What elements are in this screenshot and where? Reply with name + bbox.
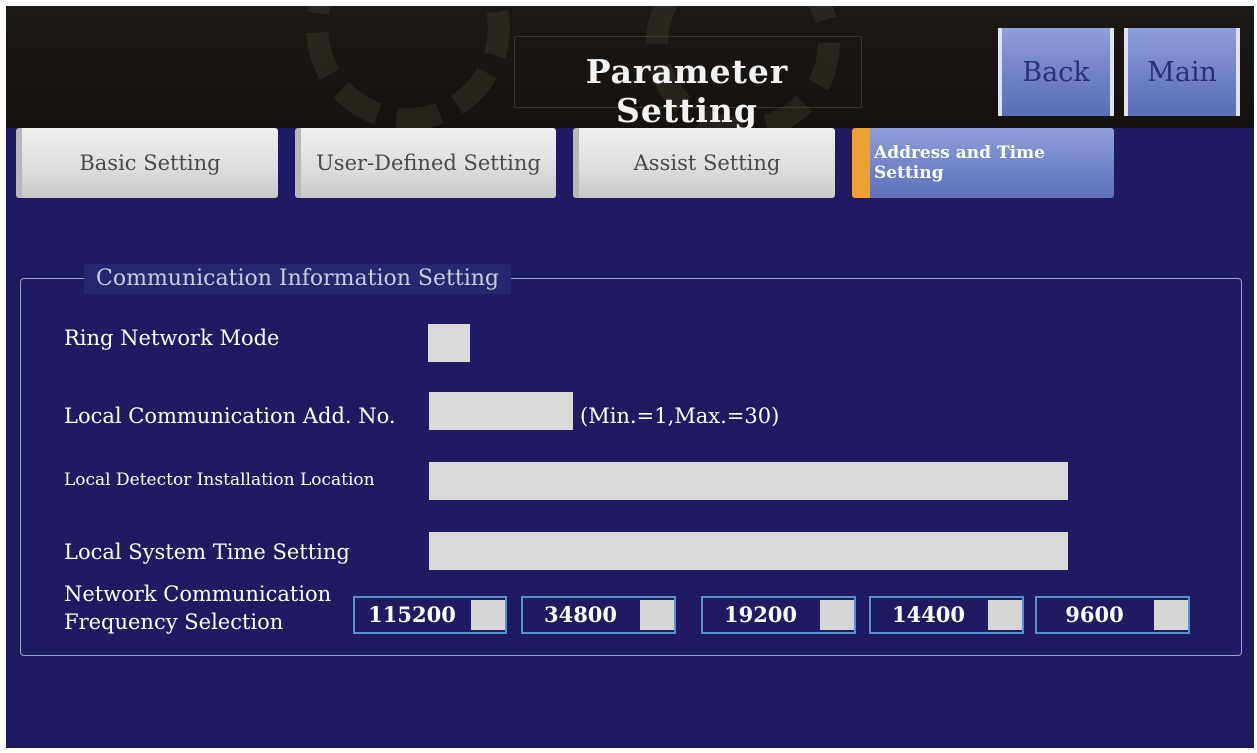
- frequency-checkbox[interactable]: [820, 600, 854, 630]
- installation-location-label: Local Detector Installation Location: [64, 470, 375, 490]
- frequency-label-line1: Network Communication: [64, 582, 332, 606]
- frequency-option-14400[interactable]: 14400: [869, 596, 1024, 634]
- frequency-checkbox[interactable]: [988, 600, 1022, 630]
- frequency-value: 34800: [543, 602, 618, 627]
- frequency-checkbox[interactable]: [1154, 600, 1188, 630]
- back-button[interactable]: Back: [998, 28, 1114, 116]
- frequency-value: 115200: [368, 602, 456, 627]
- frequency-value: 9600: [1065, 602, 1124, 627]
- system-time-label: Local System Time Setting: [64, 540, 350, 564]
- installation-location-input[interactable]: [429, 462, 1068, 500]
- frequency-option-34800[interactable]: 34800: [521, 596, 676, 634]
- tab-address-and-time-setting[interactable]: Address and Time Setting: [852, 128, 1114, 198]
- ring-network-mode-label: Ring Network Mode: [64, 326, 280, 350]
- tab-user-defined-setting[interactable]: User-Defined Setting: [295, 128, 556, 198]
- group-legend: Communication Information Setting: [84, 264, 511, 294]
- local-address-label: Local Communication Add. No.: [64, 404, 396, 428]
- tab-bar: Basic Setting User-Defined Setting Assis…: [6, 128, 1254, 204]
- frequency-value: 19200: [723, 602, 798, 627]
- tab-basic-setting[interactable]: Basic Setting: [16, 128, 278, 198]
- header-bar: Parameter Setting Back Main: [6, 6, 1254, 140]
- frequency-option-115200[interactable]: 115200: [353, 596, 507, 634]
- frequency-value: 14400: [891, 602, 966, 627]
- frequency-checkbox[interactable]: [471, 600, 505, 630]
- hmi-screen: Parameter Setting Back Main Basic Settin…: [6, 6, 1254, 748]
- frequency-option-9600[interactable]: 9600: [1035, 596, 1190, 634]
- main-button[interactable]: Main: [1124, 28, 1240, 116]
- ring-network-mode-checkbox[interactable]: [428, 324, 470, 362]
- page-title: Parameter Setting: [585, 52, 789, 130]
- tab-assist-setting[interactable]: Assist Setting: [573, 128, 835, 198]
- system-time-input[interactable]: [429, 532, 1068, 570]
- frequency-checkbox[interactable]: [640, 600, 674, 630]
- frequency-option-19200[interactable]: 19200: [701, 596, 856, 634]
- frequency-label-line2: Frequency Selection: [64, 610, 284, 634]
- local-address-range-hint: (Min.=1,Max.=30): [580, 404, 780, 428]
- gear-background-icon: [306, 6, 510, 130]
- local-address-input[interactable]: [429, 392, 573, 430]
